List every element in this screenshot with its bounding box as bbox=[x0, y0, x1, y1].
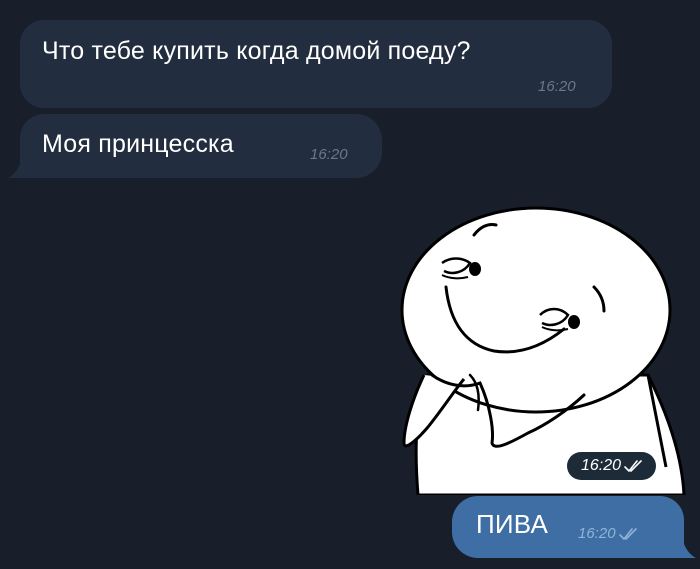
message-time: 16:20 bbox=[581, 457, 622, 474]
message-time: 16:20 bbox=[538, 78, 576, 95]
outgoing-message[interactable]: ПИВА 16:20 bbox=[452, 496, 684, 558]
message-text: ПИВА bbox=[476, 509, 548, 539]
incoming-message[interactable]: Моя принцесска 16:20 bbox=[20, 114, 382, 178]
chat-history[interactable]: Что тебе купить когда домой поеду? 16:20… bbox=[0, 0, 700, 569]
message-time: 16:20 bbox=[310, 146, 348, 163]
message-time-status: 16:20 bbox=[578, 525, 639, 543]
incoming-bubble-tail bbox=[8, 158, 32, 178]
sticker-time-badge: 16:20 bbox=[567, 452, 657, 480]
outgoing-bubble-tail bbox=[674, 538, 696, 558]
message-text: Моя принцесска bbox=[42, 130, 234, 158]
message-text: Что тебе купить когда домой поеду? bbox=[42, 37, 471, 65]
read-checkmarks-icon bbox=[624, 459, 642, 472]
message-time: 16:20 bbox=[578, 525, 616, 542]
read-checkmarks-icon bbox=[618, 528, 637, 540]
incoming-message[interactable]: Что тебе купить когда домой поеду? 16:20 bbox=[20, 20, 612, 108]
